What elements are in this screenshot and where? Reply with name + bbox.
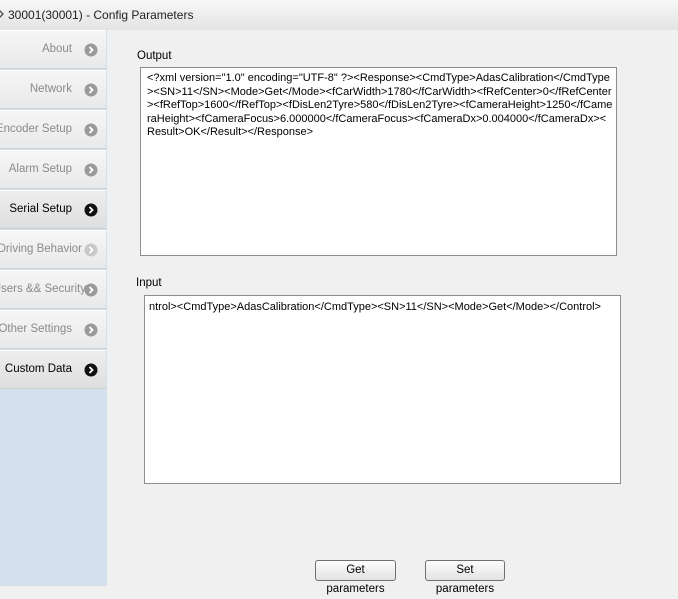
set-parameters-button[interactable]: Set parameters — [425, 560, 505, 595]
sidebar-item-users-security[interactable]: Users && Security — [0, 270, 106, 309]
chevron-right-icon — [84, 203, 98, 217]
sidebar-item-label: About — [41, 43, 72, 55]
app-icon — [0, 9, 4, 19]
input-textarea[interactable]: ntrol><CmdType>AdasCalibration</CmdType>… — [144, 295, 621, 484]
sidebar-item-network[interactable]: Network — [0, 70, 106, 109]
chevron-right-icon — [84, 283, 98, 297]
sidebar-item-serial-setup[interactable]: Serial Setup — [0, 190, 106, 229]
chevron-right-icon — [84, 363, 98, 377]
chevron-right-icon — [84, 123, 98, 137]
sidebar-item-label: Alarm Setup — [8, 163, 72, 175]
sidebar-item-label: Custom Data — [4, 363, 72, 375]
sidebar-item-label: Users && Security — [0, 283, 86, 295]
sidebar: About Network Encoder Setup Alarm Setup … — [0, 30, 107, 586]
output-text: <?xml version="1.0" encoding="UTF-8" ?><… — [147, 72, 613, 138]
sidebar-item-label: Network — [29, 83, 72, 95]
sidebar-item-alarm-setup[interactable]: Alarm Setup — [0, 150, 106, 189]
get-parameters-button[interactable]: Get parameters — [315, 560, 396, 595]
sidebar-item-custom-data[interactable]: Custom Data — [0, 350, 106, 389]
sidebar-item-label: Other Settings — [0, 323, 72, 335]
input-label: Input — [136, 277, 162, 289]
input-text: ntrol><CmdType>AdasCalibration</CmdType>… — [149, 301, 601, 313]
sidebar-item-other-settings[interactable]: Other Settings — [0, 310, 106, 349]
sidebar-item-encoder-setup[interactable]: Encoder Setup — [0, 110, 106, 149]
output-textarea[interactable]: <?xml version="1.0" encoding="UTF-8" ?><… — [140, 67, 617, 256]
chevron-right-icon — [84, 163, 98, 177]
sidebar-item-label: Encoder Setup — [0, 123, 72, 135]
title-bar: 30001(30001) - Config Parameters — [0, 0, 678, 31]
sidebar-item-label: Serial Setup — [9, 203, 72, 215]
chevron-right-icon — [84, 83, 98, 97]
window-title: 30001(30001) - Config Parameters — [8, 8, 194, 22]
chevron-right-icon — [84, 243, 98, 257]
sidebar-item-about[interactable]: About — [0, 30, 106, 69]
output-label: Output — [137, 50, 172, 62]
sidebar-item-driving-behavior[interactable]: Driving Behavior — [0, 230, 106, 269]
chevron-right-icon — [84, 43, 98, 57]
sidebar-item-label: Driving Behavior — [0, 243, 82, 255]
main-panel: Output <?xml version="1.0" encoding="UTF… — [107, 30, 678, 595]
chevron-right-icon — [84, 323, 98, 337]
